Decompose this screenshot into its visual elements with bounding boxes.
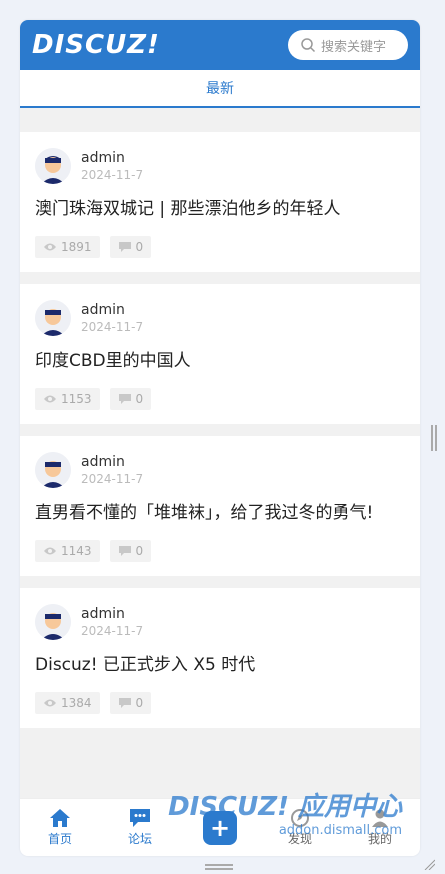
eye-icon xyxy=(44,699,56,707)
post-title[interactable]: 印度CBD里的中国人 xyxy=(35,348,405,374)
bottom-nav: 首页 论坛 + 发现 我的 xyxy=(20,798,420,856)
app-header: DISCUZ! 搜索关键字 xyxy=(20,20,420,70)
comment-icon xyxy=(118,546,131,556)
home-icon xyxy=(50,809,70,827)
nav-discover[interactable]: 发现 xyxy=(260,808,340,847)
eye-icon xyxy=(44,395,56,403)
search-placeholder: 搜索关键字 xyxy=(321,39,387,55)
eye-icon xyxy=(44,547,56,555)
avatar[interactable] xyxy=(35,604,71,640)
post-date: 2024-11-7 xyxy=(81,320,144,334)
post-card[interactable]: admin 2024-11-7 印度CBD里的中国人 1153 0 xyxy=(20,284,420,424)
author-name[interactable]: admin xyxy=(81,605,143,623)
views-count: 1143 xyxy=(35,540,100,562)
replies-count: 0 xyxy=(109,388,152,410)
post-card[interactable]: admin 2024-11-7 澳门珠海双城记 | 那些漂泊他乡的年轻人 189… xyxy=(20,132,420,272)
post-title[interactable]: 直男看不懂的「堆堆袜」，给了我过冬的勇气! xyxy=(35,500,405,526)
post-title[interactable]: 澳门珠海双城记 | 那些漂泊他乡的年轻人 xyxy=(35,196,405,222)
avatar[interactable] xyxy=(35,148,71,184)
avatar[interactable] xyxy=(35,452,71,488)
avatar[interactable] xyxy=(35,300,71,336)
views-count: 1891 xyxy=(35,236,100,258)
plus-icon: + xyxy=(203,810,237,845)
app-frame: DISCUZ! 搜索关键字 最新 admin 2024-11-7 澳门珠海双城记… xyxy=(20,20,420,856)
post-card[interactable]: admin 2024-11-7 直男看不懂的「堆堆袜」，给了我过冬的勇气! 11… xyxy=(20,436,420,576)
post-feed: admin 2024-11-7 澳门珠海双城记 | 那些漂泊他乡的年轻人 189… xyxy=(20,120,420,728)
discuz-logo[interactable]: DISCUZ! xyxy=(32,30,160,60)
author-name[interactable]: admin xyxy=(81,149,143,167)
search-box[interactable]: 搜索关键字 xyxy=(288,30,408,60)
replies-count: 0 xyxy=(109,692,152,714)
side-resize-handle[interactable] xyxy=(431,425,437,451)
comment-icon xyxy=(118,394,131,404)
author-name[interactable]: admin xyxy=(81,453,143,471)
author-name[interactable]: admin xyxy=(81,301,143,319)
search-icon xyxy=(301,38,316,53)
post-date: 2024-11-7 xyxy=(81,168,144,182)
nav-home[interactable]: 首页 xyxy=(20,808,100,847)
views-count: 1153 xyxy=(35,388,100,410)
views-count: 1384 xyxy=(35,692,100,714)
user-icon xyxy=(372,809,388,827)
nav-forum[interactable]: 论坛 xyxy=(100,808,180,847)
post-date: 2024-11-7 xyxy=(81,624,144,638)
comment-icon xyxy=(118,698,131,708)
bottom-resize-handle[interactable] xyxy=(205,864,233,870)
chat-icon xyxy=(130,809,150,827)
eye-icon xyxy=(44,243,56,251)
post-date: 2024-11-7 xyxy=(81,472,144,486)
discover-icon xyxy=(291,809,309,827)
replies-count: 0 xyxy=(109,540,152,562)
comment-icon xyxy=(118,242,131,252)
tab-bar: 最新 xyxy=(20,70,420,108)
nav-post[interactable]: + xyxy=(180,810,260,845)
tab-latest[interactable]: 最新 xyxy=(206,78,234,98)
post-title[interactable]: Discuz! 已正式步入 X5 时代 xyxy=(35,652,405,678)
nav-me[interactable]: 我的 xyxy=(340,808,420,847)
post-card[interactable]: admin 2024-11-7 Discuz! 已正式步入 X5 时代 1384… xyxy=(20,588,420,728)
replies-count: 0 xyxy=(109,236,152,258)
resize-corner-icon[interactable] xyxy=(423,858,435,870)
